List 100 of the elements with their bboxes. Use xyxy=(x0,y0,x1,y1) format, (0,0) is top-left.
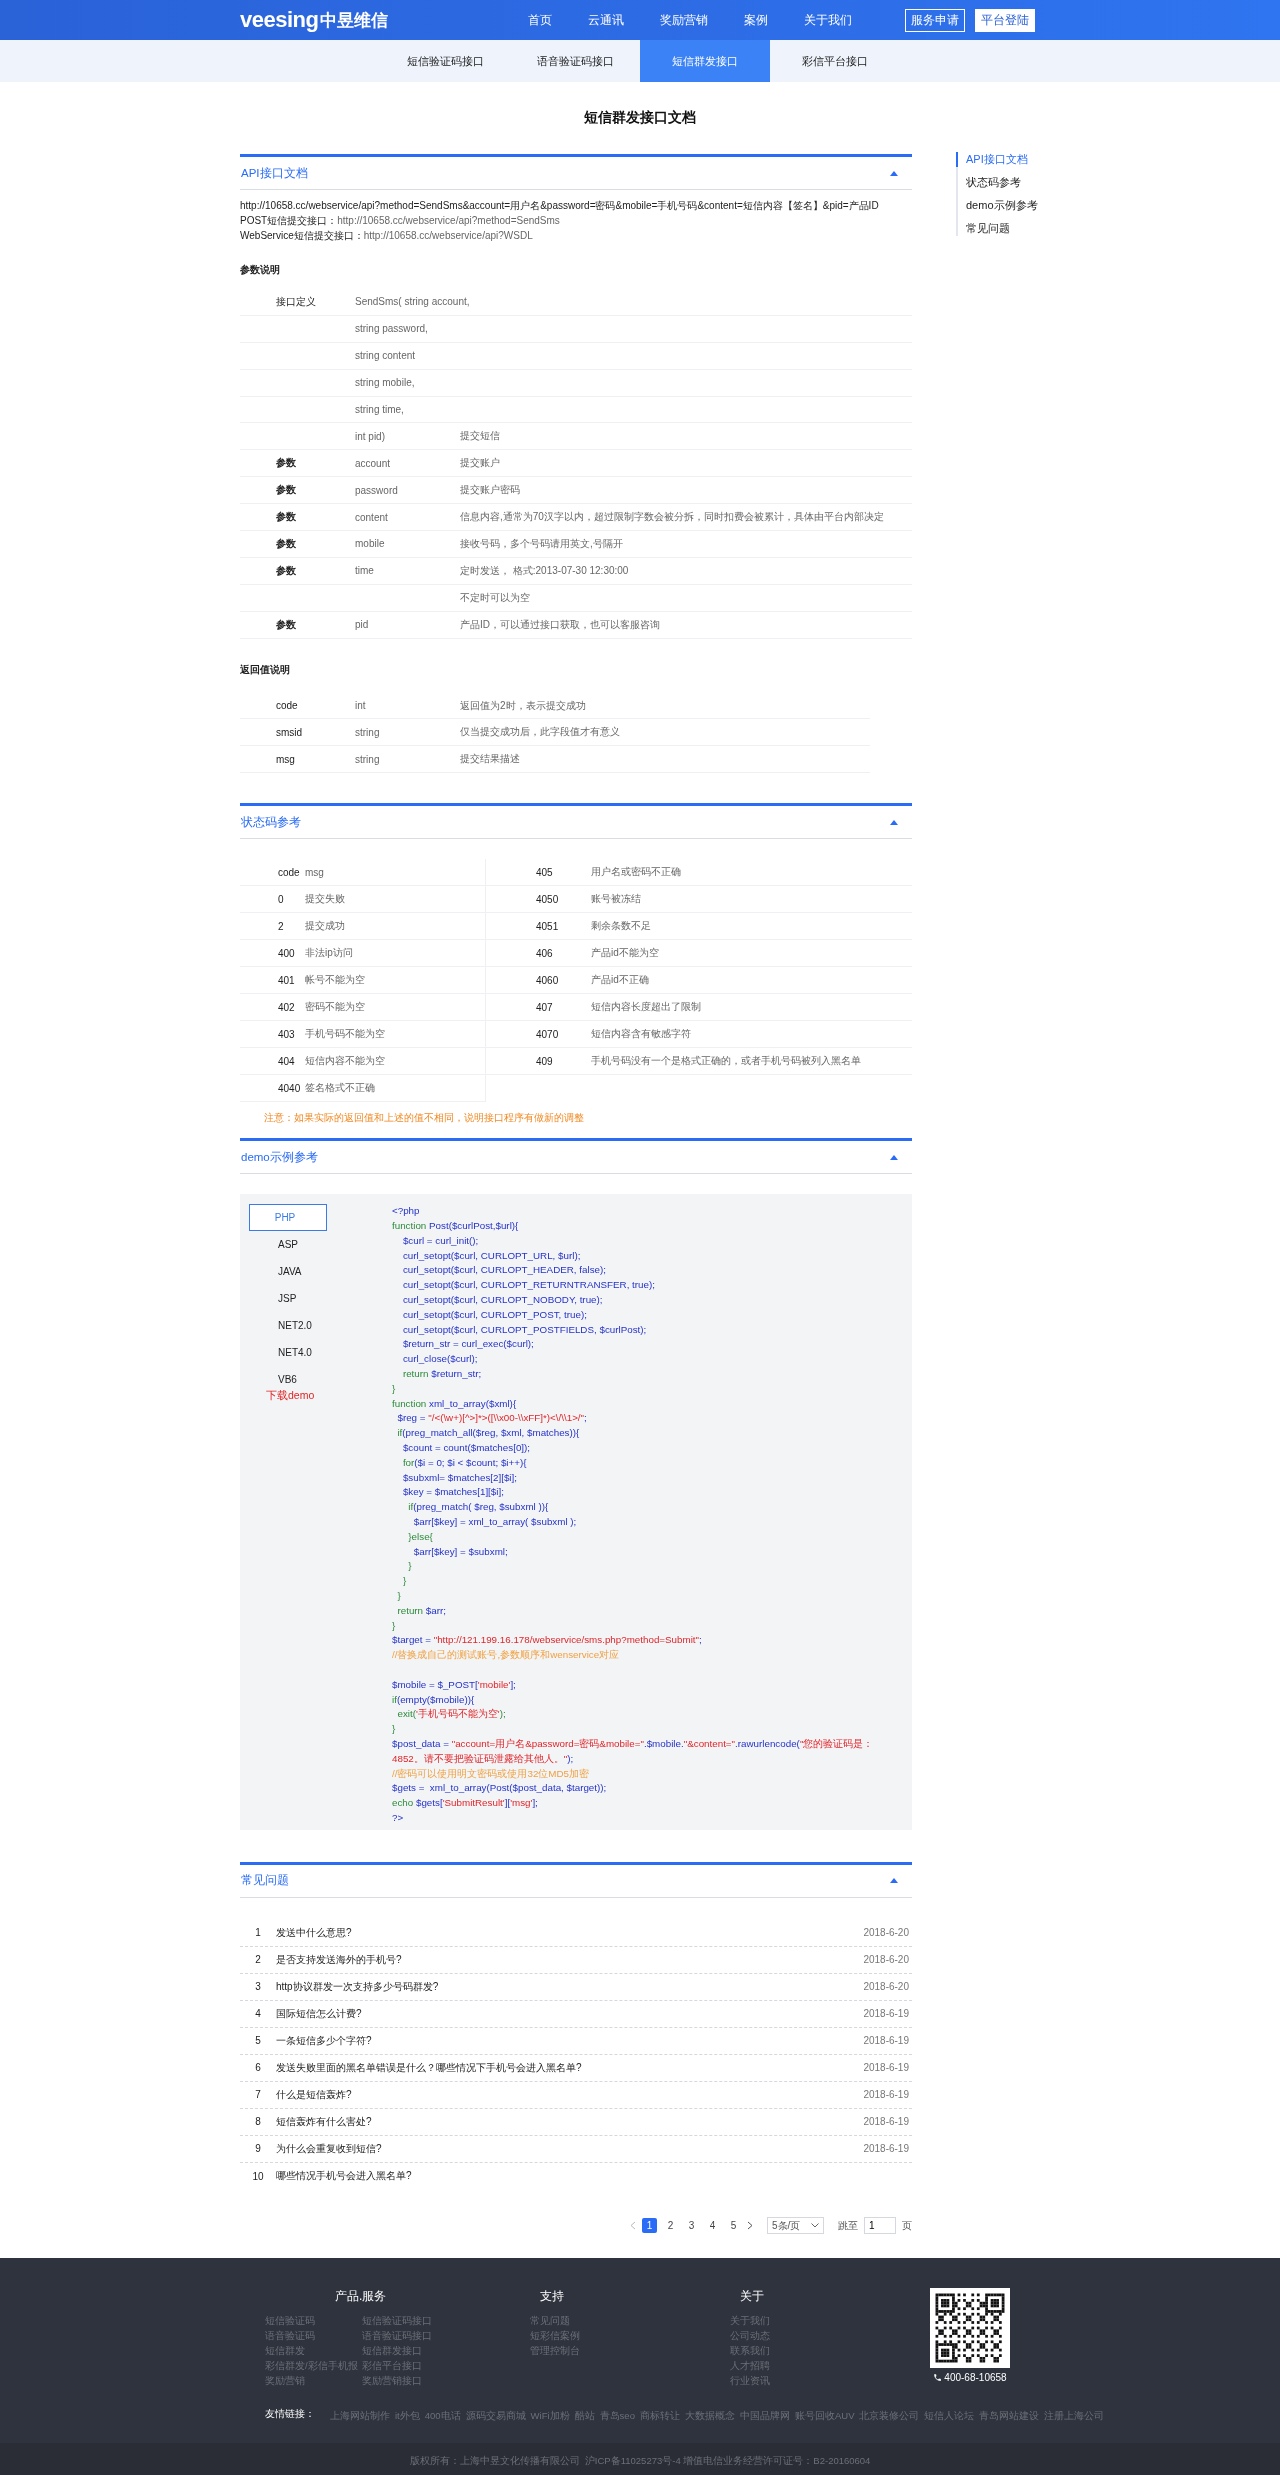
section-header[interactable]: API接口文档 xyxy=(240,154,912,190)
table-cell-text: 手机号码不能为空 xyxy=(305,1027,386,1042)
date-text: 2018-6-19 xyxy=(863,2116,909,2128)
language-tab[interactable]: JAVA xyxy=(249,1258,327,1286)
table-cell-text: 0 xyxy=(277,893,285,905)
question-link[interactable]: 是否支持发送海外的手机号? xyxy=(276,1952,864,1967)
table-cell: code xyxy=(276,700,298,711)
service-apply-button[interactable]: 服务申请 xyxy=(905,8,965,32)
table-cell-text: 手机号码没有一个是格式正确的，或者手机号码被列入黑名单 xyxy=(590,1054,862,1069)
table-cell-text: 提交结果描述 xyxy=(460,752,521,767)
table-cell-text: 非法ip访问 xyxy=(305,946,354,961)
sub-nav-tab[interactable]: 语音验证码接口 xyxy=(510,40,640,82)
language-tab[interactable]: JSP xyxy=(249,1285,327,1313)
row-number: 1 xyxy=(254,1927,262,1939)
subsection-heading: 参数说明 xyxy=(240,263,281,277)
note-text: 注意：如果实际的返回值和上述的值不相同，说明接口程序有做新的调整 xyxy=(263,1111,585,1126)
table-cell-text: 402 xyxy=(277,1001,296,1013)
sub-nav-tab[interactable]: 彩信平台接口 xyxy=(770,40,900,82)
table-cell: smsid xyxy=(276,726,303,738)
question-link[interactable]: 短信轰炸有什么害处? xyxy=(276,2114,864,2129)
section-header[interactable]: 常见问题 xyxy=(240,1861,912,1898)
page-button[interactable]: 4 xyxy=(705,2218,720,2234)
phone-number: 400-68-10658 xyxy=(933,2371,1007,2383)
page-button[interactable]: 3 xyxy=(684,2218,699,2234)
caret-up-icon[interactable] xyxy=(890,1878,898,1884)
table-cell: SendSms( string account, xyxy=(355,296,470,308)
chevron-down-icon[interactable] xyxy=(811,2223,819,2229)
table-cell: 提交账户密码 xyxy=(460,484,520,496)
row-number: 4 xyxy=(254,2008,262,2020)
table-cell-text: 4070 xyxy=(535,1028,560,1040)
row-number: 9 xyxy=(254,2143,262,2155)
language-tab[interactable]: NET2.0 xyxy=(249,1312,327,1340)
question-link[interactable]: http协议群发一次支持多少号码群发? xyxy=(276,1979,864,1994)
caret-up-icon[interactable] xyxy=(890,819,898,825)
table-cell: string password, xyxy=(355,323,428,335)
page-button[interactable]: 1 xyxy=(642,2218,657,2234)
date-text: 2018-6-19 xyxy=(863,2089,909,2101)
caret-up-icon[interactable] xyxy=(890,170,898,176)
language-tab[interactable]: PHP xyxy=(249,1204,327,1232)
language-tab[interactable]: NET4.0 xyxy=(249,1339,327,1367)
caret-up-icon[interactable] xyxy=(890,1154,898,1160)
row-number: 7 xyxy=(254,2089,262,2101)
table-cell-text: 405 xyxy=(535,866,554,878)
question-link[interactable]: 一条短信多少个字符? xyxy=(276,2033,864,2048)
table-cell-text: 产品id不正确 xyxy=(590,973,650,988)
section-title: demo示例参考 xyxy=(241,1149,318,1165)
section-header[interactable]: 状态码参考 xyxy=(240,803,912,840)
logo-wordmark[interactable]: veesing xyxy=(240,7,319,33)
column-header: msg xyxy=(305,866,325,878)
table-cell-text: string xyxy=(355,753,381,765)
table-cell: 产品ID，可以通过接口获取，也可以客服咨询 xyxy=(460,618,660,630)
login-button[interactable]: 平台登陆 xyxy=(975,8,1035,32)
endpoint-label: POST短信提交接口： xyxy=(240,215,338,226)
question-link[interactable]: 哪些情况手机号会进入黑名单? xyxy=(276,2169,909,2184)
question-link[interactable]: 发送失败里面的黑名单错误是什么？哪些情况下手机号会进入黑名单? xyxy=(276,2060,864,2075)
language-tab[interactable]: ASP xyxy=(249,1231,327,1259)
table-cell-text: 签名格式不正确 xyxy=(305,1081,376,1096)
endpoint-label: WebService短信提交接口： xyxy=(240,230,364,241)
table-cell-text: 密码不能为空 xyxy=(305,1000,366,1015)
nav-link[interactable]: 奖励营销 xyxy=(642,11,726,29)
section-title: 常见问题 xyxy=(241,1873,289,1889)
side-nav-item[interactable]: demo示例参考 xyxy=(956,198,1066,213)
row-number: 6 xyxy=(254,2062,262,2074)
table-cell: 参数 xyxy=(276,484,296,496)
row-number: 5 xyxy=(254,2035,262,2047)
section-title: 状态码参考 xyxy=(241,814,301,830)
sub-nav-tab[interactable]: 短信验证码接口 xyxy=(380,40,510,82)
date-text: 2018-6-19 xyxy=(863,2143,909,2155)
question-link[interactable]: 发送中什么意思? xyxy=(276,1925,864,1940)
question-link[interactable]: 为什么会重复收到短信? xyxy=(276,2141,864,2156)
sub-nav-tab[interactable]: 短信群发接口 xyxy=(640,40,770,82)
question-link[interactable]: 国际短信怎么计费? xyxy=(276,2006,864,2021)
table-cell-text: 409 xyxy=(535,1055,554,1067)
side-nav-item[interactable]: 状态码参考 xyxy=(956,175,1066,190)
table-cell-text: 返回值为2时，表示提交成功 xyxy=(460,698,587,713)
nav-link[interactable]: 首页 xyxy=(510,11,570,29)
page-button[interactable]: 2 xyxy=(663,2218,678,2234)
table-cell: string mobile, xyxy=(355,377,415,389)
side-nav-item[interactable]: 常见问题 xyxy=(956,221,1066,236)
section-title: API接口文档 xyxy=(241,165,308,181)
page-jump-field[interactable]: 1 xyxy=(864,2217,896,2235)
page-size-select[interactable]: 5条/页 xyxy=(767,2217,824,2235)
table-cell-text: 提交失败 xyxy=(305,892,346,907)
nav-link[interactable]: 案例 xyxy=(726,11,786,29)
nav-link[interactable]: 云通讯 xyxy=(570,11,642,29)
table-cell: pid xyxy=(355,619,369,631)
question-link[interactable]: 什么是短信轰炸? xyxy=(276,2087,864,2102)
table-cell: 提交账户 xyxy=(460,457,500,469)
table-cell: time xyxy=(355,565,374,577)
side-nav-item[interactable]: API接口文档 xyxy=(956,152,1066,167)
table-cell-text: 4051 xyxy=(535,920,560,932)
next-page-icon[interactable] xyxy=(747,2221,753,2231)
section-header[interactable]: demo示例参考 xyxy=(240,1138,912,1175)
table-cell-text: 短信内容长度超出了限制 xyxy=(590,1000,702,1015)
logo-chinese-name[interactable]: 中昱维信 xyxy=(320,8,389,32)
page-button[interactable]: 5 xyxy=(726,2218,741,2234)
table-cell: 信息内容,通常为70汉字以内，超过限制字数会被分拆，同时扣费会被累计，具体由平台内部决定 xyxy=(460,511,884,523)
row-number: 2 xyxy=(254,1954,262,1966)
download-demo-link[interactable]: 下载demo xyxy=(249,1389,392,1404)
nav-link[interactable]: 关于我们 xyxy=(786,11,870,29)
